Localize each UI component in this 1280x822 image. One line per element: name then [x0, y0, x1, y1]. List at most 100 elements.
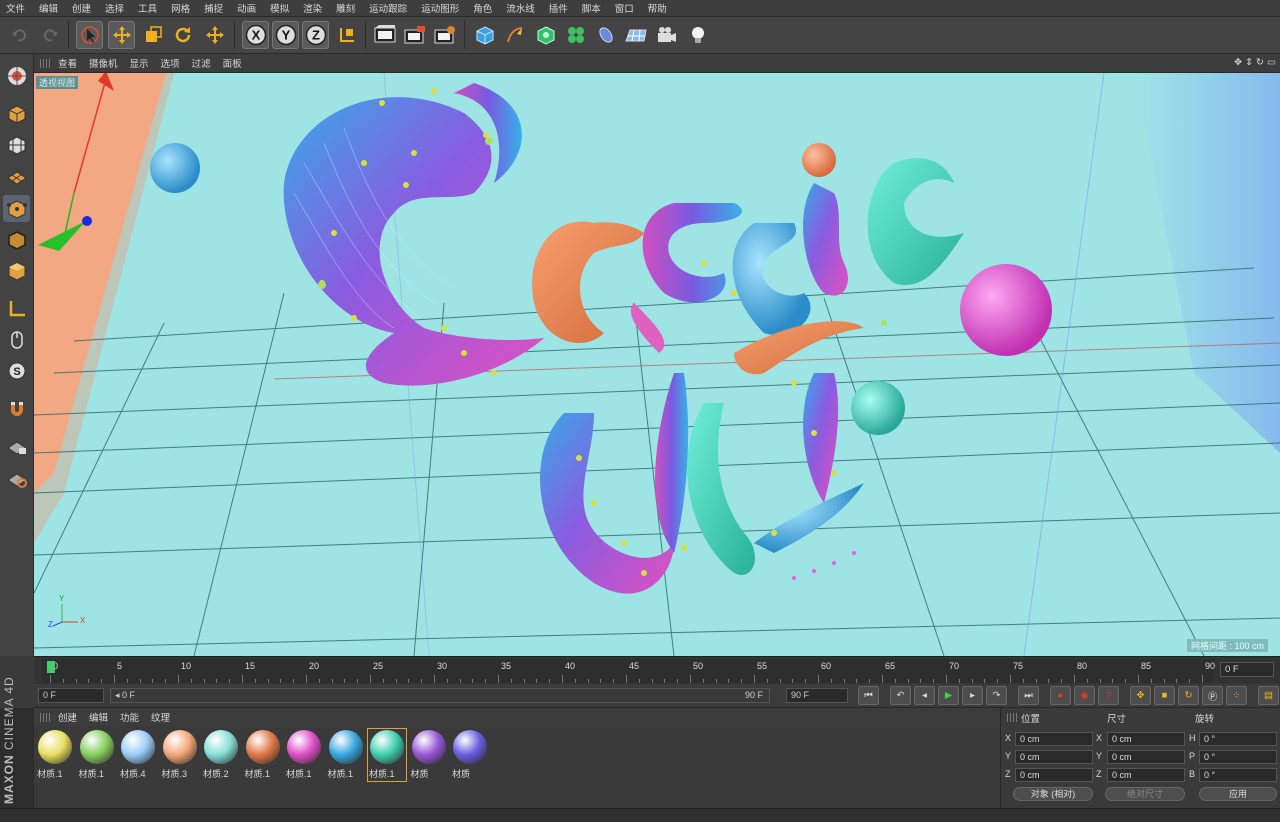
menu-character[interactable]: 角色	[473, 1, 492, 15]
cube-object-icon[interactable]	[471, 21, 498, 49]
apply-button[interactable]: 应用	[1199, 787, 1277, 801]
menu-file[interactable]: 文件	[6, 1, 25, 15]
material-swatch[interactable]: 材质	[410, 729, 448, 781]
floor-icon[interactable]	[622, 21, 649, 49]
viewport-menu-view[interactable]: 查看	[58, 56, 77, 70]
material-swatch[interactable]: 材质.4	[119, 729, 157, 781]
go-to-start-icon[interactable]: ⏮	[858, 686, 879, 705]
go-to-end-icon[interactable]: ⏭	[1018, 686, 1039, 705]
move-tool-icon[interactable]	[108, 21, 135, 49]
menu-sculpt[interactable]: 雕刻	[336, 1, 355, 15]
grid-snap-icon[interactable]	[3, 464, 30, 491]
current-frame-field[interactable]: 0 F	[38, 688, 104, 703]
perspective-viewport[interactable]: 透视视图 Y X Z 网格间距 : 100 cm	[34, 73, 1280, 656]
subdivision-surface-icon[interactable]	[532, 21, 559, 49]
material-swatch[interactable]: 材质.1	[285, 729, 323, 781]
next-key-icon[interactable]: ↷	[986, 686, 1007, 705]
size-y-field[interactable]: 0 cm	[1107, 750, 1185, 764]
viewport-menu-filter[interactable]: 过滤	[192, 56, 211, 70]
timeline-window-icon[interactable]: ▤	[1258, 686, 1279, 705]
material-swatch[interactable]: 材质	[451, 729, 489, 781]
edges-mode-icon[interactable]	[3, 226, 30, 253]
light-icon[interactable]	[684, 21, 711, 49]
menu-mesh[interactable]: 网格	[171, 1, 190, 15]
y-axis-lock-icon[interactable]: Y	[272, 21, 299, 49]
axis-mode-icon[interactable]	[3, 295, 30, 322]
key-rotation-icon[interactable]: ↻	[1178, 686, 1199, 705]
menu-edit[interactable]: 编辑	[39, 1, 58, 15]
rot-b-field[interactable]: 0 °	[1199, 768, 1277, 782]
material-menu-create[interactable]: 创建	[58, 710, 77, 724]
grid-lock-icon[interactable]	[3, 432, 30, 459]
keyframe-selection-icon[interactable]: ?	[1098, 686, 1119, 705]
select-arrow-icon[interactable]	[76, 21, 103, 49]
redo-icon[interactable]	[36, 21, 63, 49]
render-picture-viewer-icon[interactable]	[401, 21, 428, 49]
x-axis-lock-icon[interactable]: X	[242, 21, 269, 49]
model-mode-icon[interactable]	[3, 100, 30, 127]
material-menu-texture[interactable]: 纹理	[151, 710, 170, 724]
menu-motion-tracking[interactable]: 运动跟踪	[369, 1, 407, 15]
camera-icon[interactable]	[653, 21, 680, 49]
menu-help[interactable]: 帮助	[648, 1, 667, 15]
pos-z-field[interactable]: 0 cm	[1015, 768, 1093, 782]
rotate-tool-icon[interactable]	[169, 21, 196, 49]
menu-plugins[interactable]: 插件	[549, 1, 568, 15]
panel-grip-icon[interactable]	[1007, 713, 1017, 722]
tweak-mode-icon[interactable]	[3, 326, 30, 353]
viewport-menu-options[interactable]: 选项	[161, 56, 180, 70]
preview-range-slider[interactable]: ◂ 0 F 90 F	[110, 688, 770, 703]
material-swatch[interactable]: 材质.1	[327, 729, 365, 781]
pos-x-field[interactable]: 0 cm	[1015, 732, 1093, 746]
menu-select[interactable]: 选择	[105, 1, 124, 15]
snap-magnet-icon[interactable]	[3, 395, 30, 422]
menu-simulate[interactable]: 模拟	[270, 1, 289, 15]
menu-script[interactable]: 脚本	[582, 1, 601, 15]
key-position-icon[interactable]: ✥	[1130, 686, 1151, 705]
previous-frame-icon[interactable]: ◂	[914, 686, 935, 705]
deformer-icon[interactable]	[592, 21, 619, 49]
workplane-mode-icon[interactable]	[3, 162, 30, 189]
key-pla-icon[interactable]: ⁘	[1226, 686, 1247, 705]
size-x-field[interactable]: 0 cm	[1107, 732, 1185, 746]
material-swatch[interactable]: 材质.3	[161, 729, 199, 781]
key-scale-icon[interactable]: ■	[1154, 686, 1175, 705]
render-settings-icon[interactable]	[431, 21, 458, 49]
play-icon[interactable]: ▶	[938, 686, 959, 705]
menu-window[interactable]: 窗口	[615, 1, 634, 15]
menu-snap[interactable]: 捕捉	[204, 1, 223, 15]
zoom-view-icon[interactable]: ⇕	[1245, 57, 1253, 68]
material-swatch[interactable]: 材质.1	[36, 729, 74, 781]
viewport-menu-cameras[interactable]: 摄像机	[89, 56, 118, 70]
menu-animate[interactable]: 动画	[237, 1, 256, 15]
undo-icon[interactable]	[6, 21, 33, 49]
pen-spline-icon[interactable]	[501, 21, 528, 49]
material-menu-function[interactable]: 功能	[120, 710, 139, 724]
coordinate-system-icon[interactable]	[333, 21, 360, 49]
rot-p-field[interactable]: 0 °	[1199, 750, 1277, 764]
record-keys-icon[interactable]: ●	[1050, 686, 1071, 705]
autokey-icon[interactable]: ◉	[1074, 686, 1095, 705]
end-frame-field[interactable]: 90 F	[786, 688, 848, 703]
coordinate-mode-dropdown[interactable]: 对象 (相对)	[1013, 787, 1093, 801]
polygons-mode-icon[interactable]	[3, 257, 30, 284]
playhead[interactable]	[47, 661, 55, 673]
toggle-layout-icon[interactable]: ▭	[1267, 57, 1276, 68]
material-menu-edit[interactable]: 编辑	[89, 710, 108, 724]
viewport-menu-panel[interactable]: 面板	[223, 56, 242, 70]
menu-mograph[interactable]: 运动图形	[421, 1, 459, 15]
rot-h-field[interactable]: 0 °	[1199, 732, 1277, 746]
render-view-icon[interactable]	[371, 21, 398, 49]
menu-pipeline[interactable]: 流水线	[506, 1, 535, 15]
scale-tool-icon[interactable]	[139, 21, 166, 49]
cloner-icon[interactable]	[562, 21, 589, 49]
viewport-menu-display[interactable]: 显示	[130, 56, 149, 70]
timeline-end-field[interactable]: 0 F	[1220, 662, 1274, 677]
size-mode-dropdown[interactable]: 绝对尺寸	[1105, 787, 1185, 801]
move-view-icon[interactable]: ✥	[1234, 57, 1242, 68]
next-frame-icon[interactable]: ▸	[962, 686, 983, 705]
timeline-ruler[interactable]: 0 5 10 15 20 25 30 35 40 45 50 55 60 65 70 75 80 85 90 0 F	[34, 656, 1280, 684]
panel-grip-icon[interactable]	[40, 712, 50, 722]
points-mode-icon[interactable]	[3, 195, 30, 222]
menu-tools[interactable]: 工具	[138, 1, 157, 15]
